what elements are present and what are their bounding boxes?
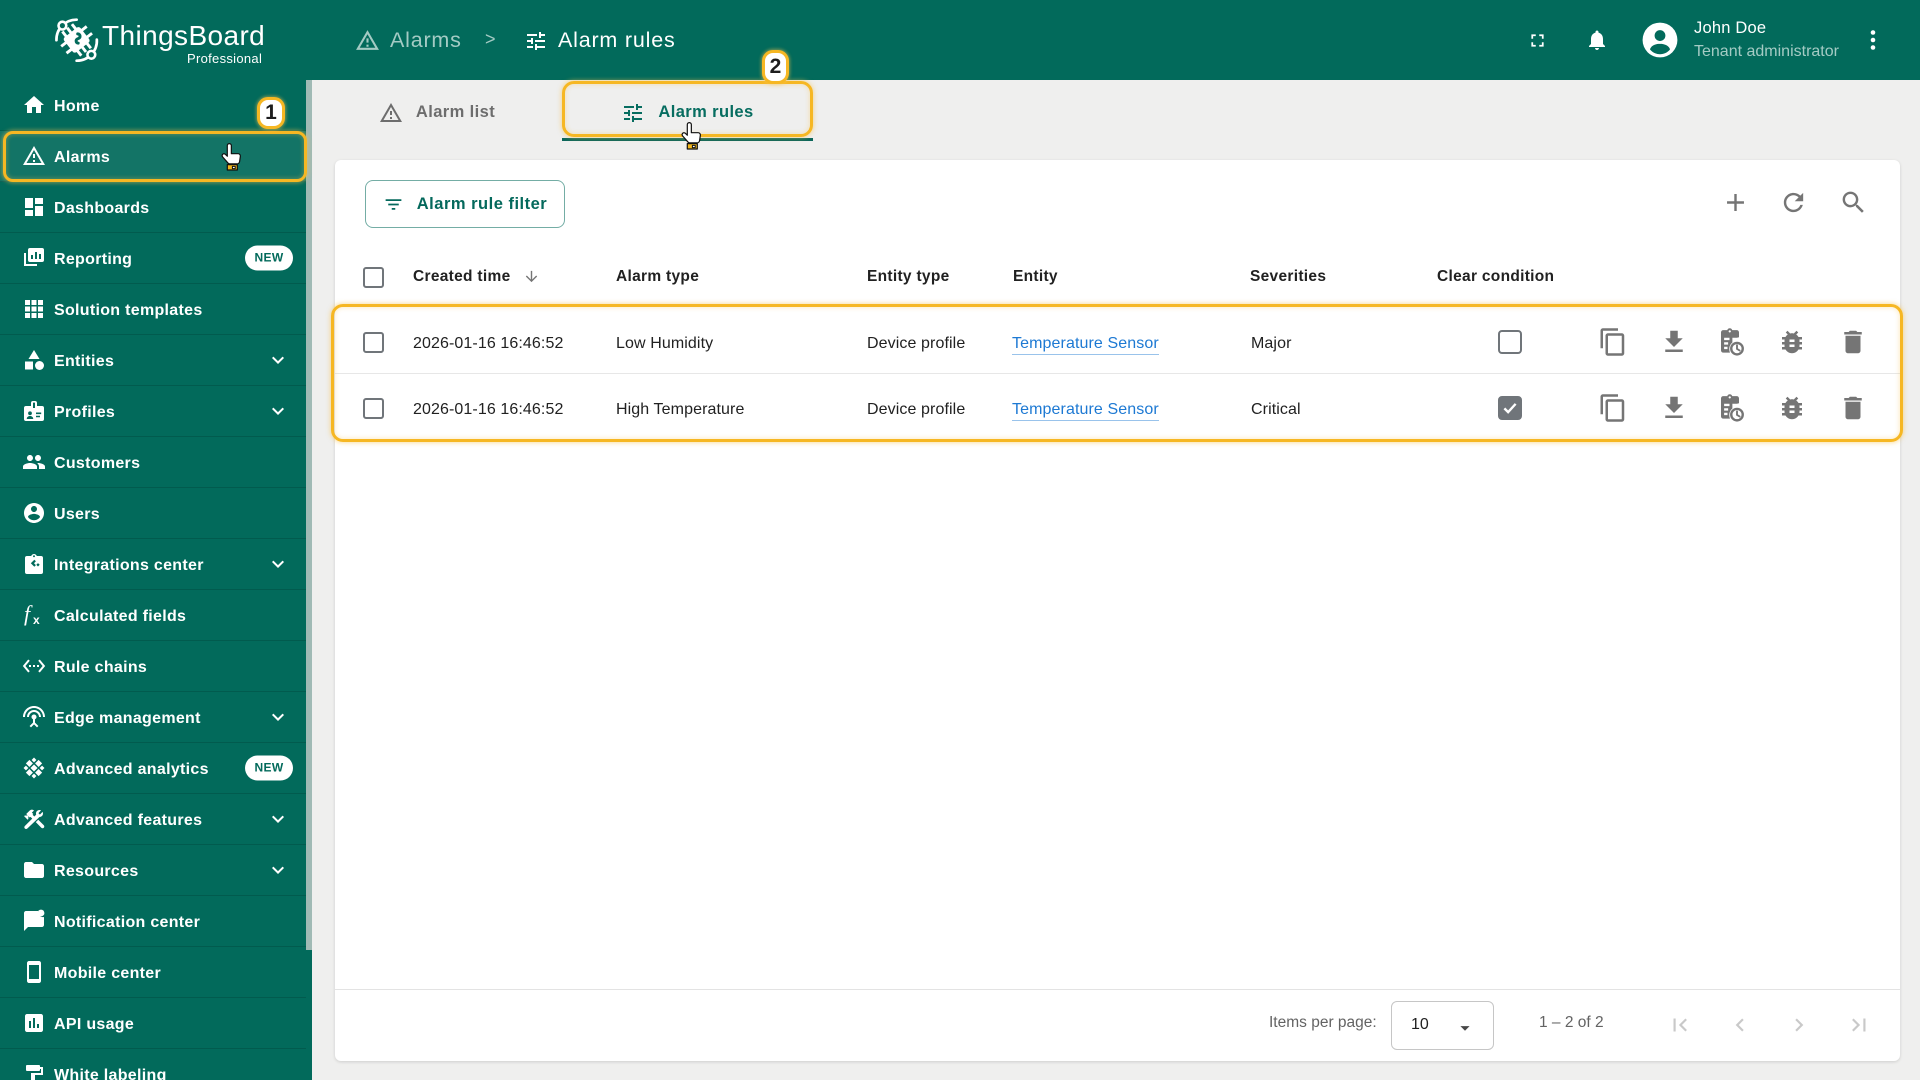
- svg-text:x: x: [33, 613, 40, 627]
- svg-text:f: f: [24, 603, 33, 626]
